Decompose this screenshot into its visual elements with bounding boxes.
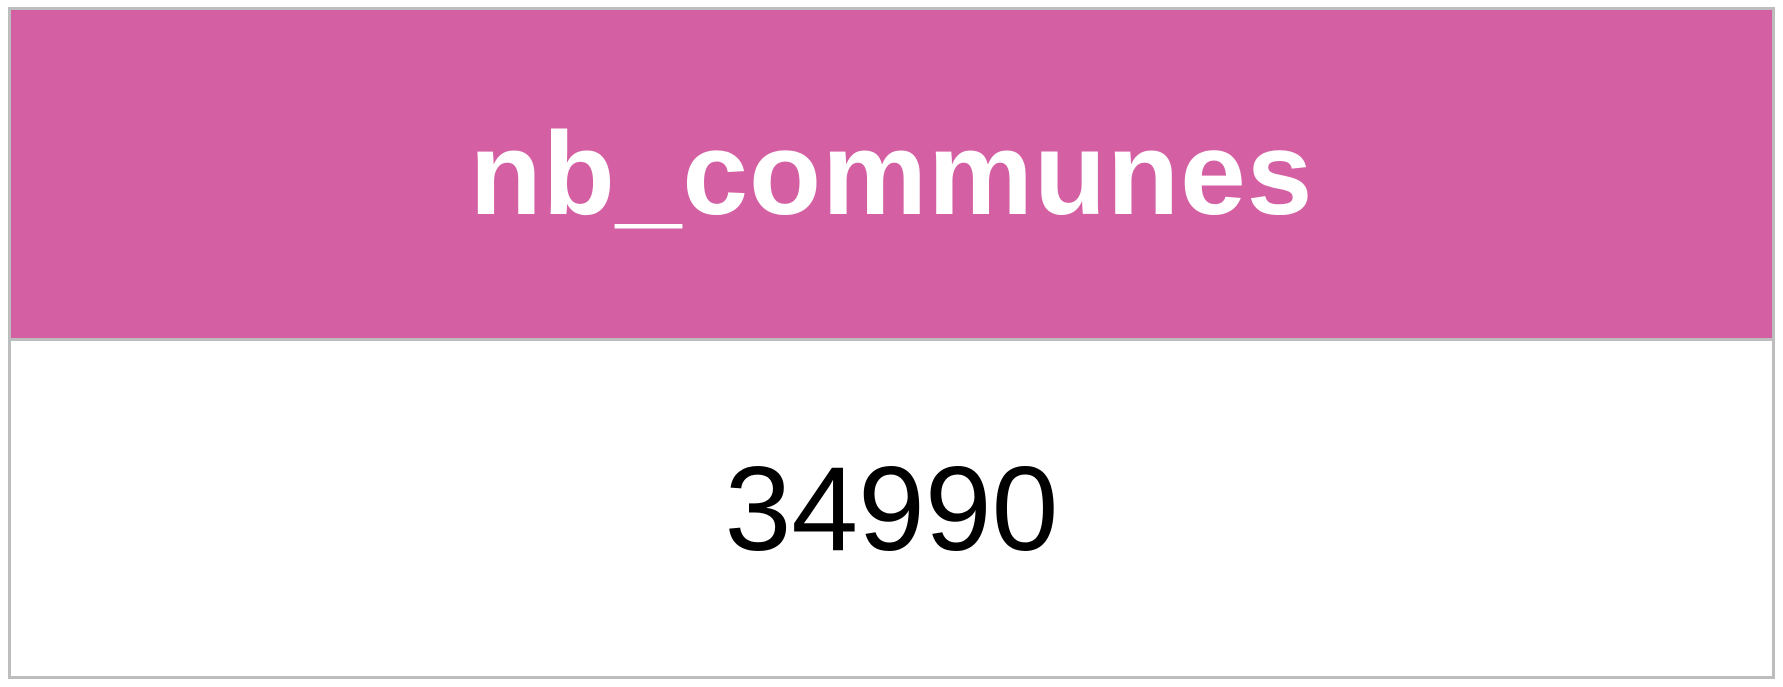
data-table: nb_communes 34990 [8,7,1775,679]
table-value-cell: 34990 [11,341,1772,676]
table-value: 34990 [724,441,1059,576]
column-header-label: nb_communes [469,108,1314,240]
column-header-cell: nb_communes [11,10,1772,341]
